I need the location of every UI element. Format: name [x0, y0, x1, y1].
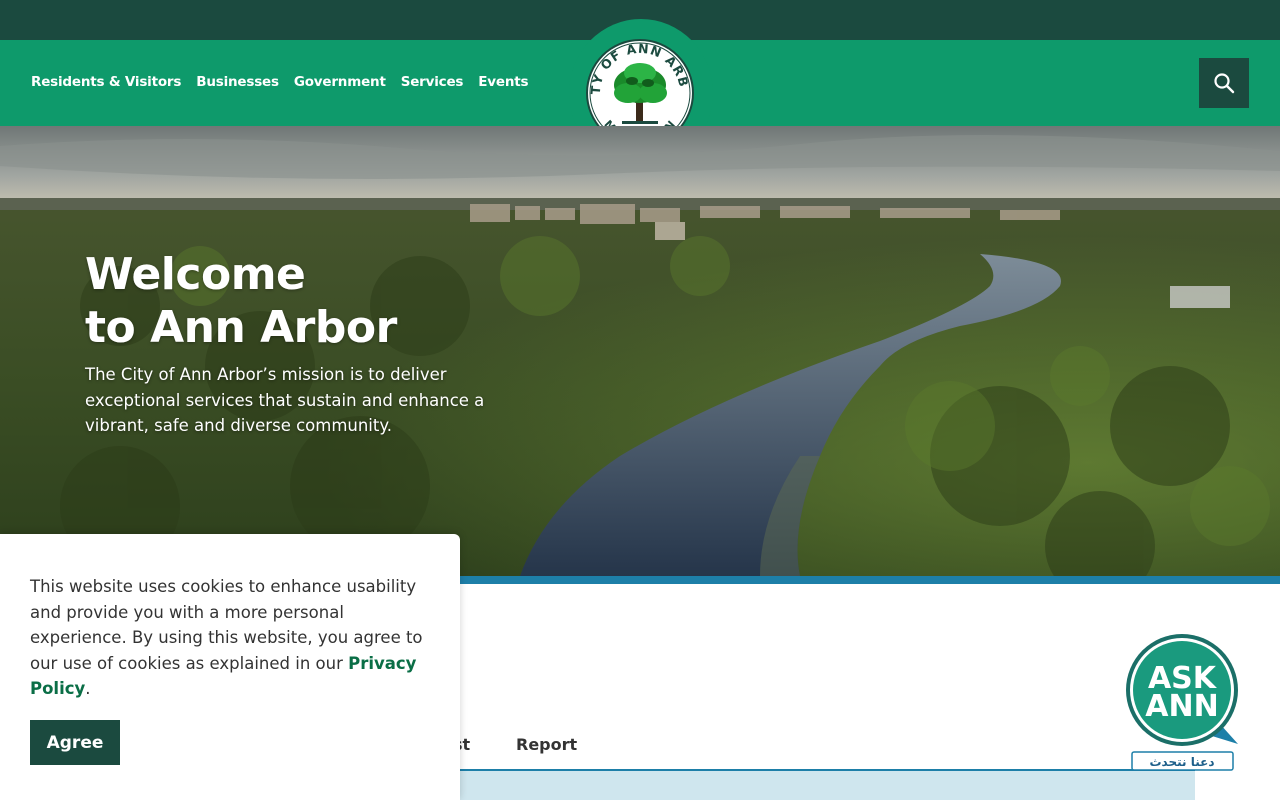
cookie-message: This website uses cookies to enhance usa… [30, 574, 430, 702]
nav-services[interactable]: Services [401, 74, 464, 90]
search-button[interactable] [1199, 58, 1249, 108]
hero-title-line-2: to Ann Arbor [85, 302, 397, 353]
ask-ann-chat-button[interactable]: ASK ANN دعنا نتحدث [1124, 632, 1242, 774]
tab-report[interactable]: Report [516, 735, 577, 754]
tab-panel [440, 771, 1195, 800]
svg-text:دعنا نتحدث: دعنا نتحدث [1150, 755, 1215, 769]
nav-events[interactable]: Events [478, 74, 528, 90]
nav-businesses[interactable]: Businesses [196, 74, 279, 90]
cookie-message-end: . [85, 679, 91, 698]
search-icon [1214, 73, 1235, 94]
agree-button[interactable]: Agree [30, 720, 120, 765]
main-nav: Residents & Visitors Businesses Governme… [31, 74, 529, 90]
hero-title-line-1: Welcome [85, 249, 306, 300]
ask-ann-chat-icon: ASK ANN دعنا نتحدث [1126, 634, 1238, 771]
hero-section: Welcome to Ann Arbor The City of Ann Arbo… [0, 126, 1280, 576]
hero-title: Welcome to Ann Arbor [85, 248, 585, 354]
svg-text:ANN: ANN [1145, 689, 1218, 724]
hero-mission-text: The City of Ann Arbor’s mission is to de… [85, 365, 485, 435]
nav-residents-visitors[interactable]: Residents & Visitors [31, 74, 181, 90]
nav-government[interactable]: Government [294, 74, 386, 90]
